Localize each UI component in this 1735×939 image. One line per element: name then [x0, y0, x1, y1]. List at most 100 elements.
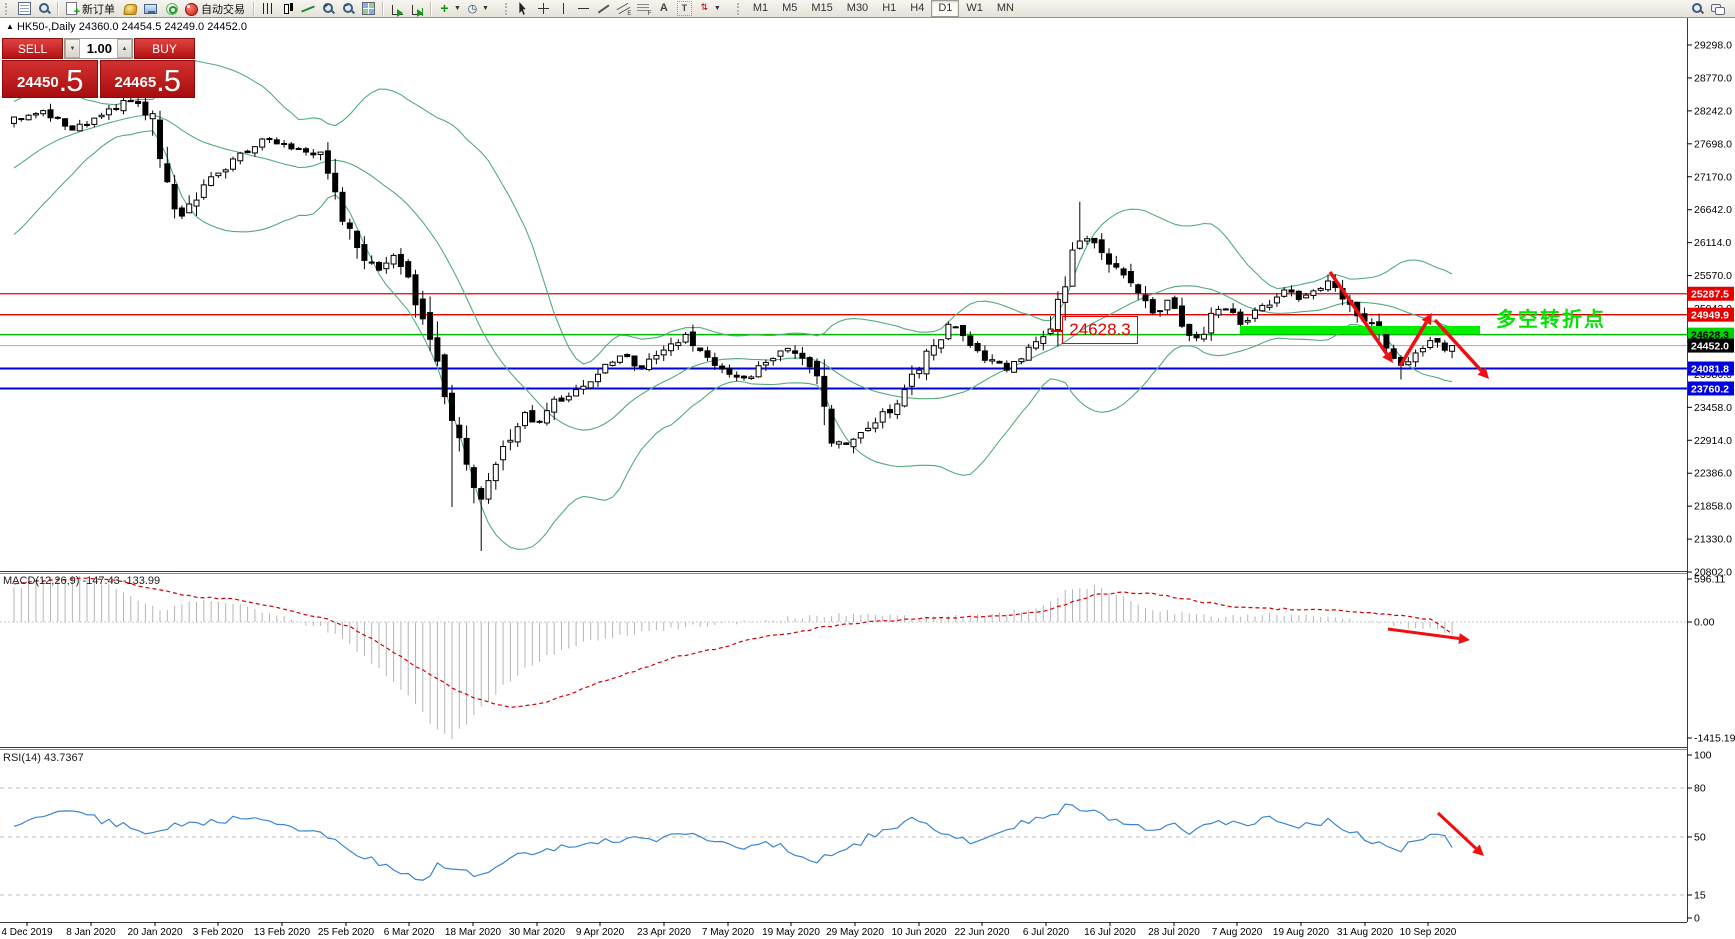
crosshair-tool-button[interactable] — [535, 0, 553, 17]
period-button-m30[interactable]: M30 — [840, 0, 875, 17]
text-tool-button[interactable]: A — [655, 0, 673, 17]
volume-increase-button[interactable]: ▲ — [117, 39, 132, 58]
hline-tool-button[interactable] — [575, 0, 593, 17]
vline-tool-button[interactable] — [555, 0, 573, 17]
chart-ohlc: 24360.0 24454.5 24249.0 24452.0 — [79, 21, 247, 33]
tile-windows-icon — [362, 2, 375, 15]
toolbar-grip — [505, 3, 510, 15]
auto-scroll-icon — [392, 5, 403, 15]
macd-pane[interactable] — [0, 573, 1687, 747]
cursor-tool-button[interactable] — [515, 0, 533, 17]
add-indicator-icon: + — [437, 1, 452, 16]
search-button[interactable] — [1688, 0, 1706, 17]
main-chart-pane[interactable] — [0, 17, 1687, 571]
auto-trading-icon — [185, 3, 198, 16]
timeframes-menu-button[interactable]: ◷▼ — [464, 0, 490, 17]
auto-trading-label: 自动交易 — [198, 1, 248, 17]
buy-price-button[interactable]: 24465 .5 — [100, 60, 196, 98]
deposit-button[interactable] — [121, 0, 139, 17]
chat-button[interactable] — [1708, 0, 1726, 17]
charts-list-button[interactable] — [15, 0, 33, 17]
tile-windows-button[interactable] — [359, 0, 378, 17]
indicators-button[interactable]: +▼ — [436, 0, 462, 17]
buy-price-main: 24465 — [114, 70, 156, 96]
new-order-icon — [66, 2, 77, 15]
clock-icon: ◷ — [465, 1, 480, 16]
horizontal-line-icon — [576, 1, 591, 16]
candle-chart-button[interactable] — [279, 0, 297, 17]
chart-shift-button[interactable] — [408, 0, 426, 17]
volume-box: ▼ 1.00 ▲ — [64, 38, 133, 59]
line-chart-button[interactable] — [299, 0, 317, 17]
pane-separator-macd[interactable] — [0, 569, 1687, 575]
sell-button[interactable]: SELL — [2, 38, 63, 59]
toolbar-grip — [5, 3, 10, 15]
gold-icon — [123, 4, 138, 15]
chat-icon — [1710, 1, 1725, 16]
preview-icon — [37, 1, 52, 16]
period-button-d1[interactable]: D1 — [931, 0, 959, 17]
one-click-trading-panel: SELL ▼ 1.00 ▲ BUY 24450 .5 24465 .5 — [2, 38, 195, 98]
chart-title: ▲ HK50-,Daily 24360.0 24454.5 24249.0 24… — [6, 21, 247, 33]
macd-values: -147.43 -133.99 — [82, 575, 160, 587]
label-tool-button[interactable]: T — [675, 0, 694, 17]
buy-button[interactable]: BUY — [134, 38, 195, 59]
new-order-label: 新订单 — [79, 1, 118, 17]
search-icon — [1690, 1, 1705, 16]
signals-button[interactable] — [162, 0, 180, 17]
arrows-tool-button[interactable]: ⇅▼ — [696, 0, 722, 17]
chart-list-icon — [18, 2, 31, 15]
zoom-out-button[interactable]: − — [339, 0, 357, 17]
candlestick-icon — [281, 1, 296, 16]
rsi-label: RSI(14) 43.7367 — [3, 752, 84, 764]
price-axis[interactable] — [1687, 17, 1735, 922]
text-label-icon: T — [677, 1, 692, 16]
period-button-m5[interactable]: M5 — [775, 0, 804, 17]
zoom-out-icon: − — [341, 1, 356, 16]
pivot-point-label: 多空转折点 — [1496, 303, 1606, 332]
channel-tool-button[interactable] — [615, 0, 633, 17]
rsi-pane[interactable] — [0, 749, 1687, 921]
bar-chart-button[interactable] — [259, 0, 277, 17]
auto-scroll-button[interactable] — [388, 0, 406, 17]
vertical-line-icon — [556, 1, 571, 16]
new-order-button[interactable]: 新订单 — [63, 0, 119, 17]
auto-trading-button[interactable]: 自动交易 — [182, 0, 249, 17]
sell-price-pips: .5 — [59, 65, 83, 96]
chart-symbol-period: HK50-,Daily — [17, 21, 76, 33]
trendline-icon — [596, 1, 611, 16]
expert-advisor-button[interactable] — [141, 0, 160, 17]
period-button-m15[interactable]: M15 — [804, 0, 839, 17]
period-button-m1[interactable]: M1 — [746, 0, 775, 17]
dropdown-caret-icon: ▼ — [482, 5, 489, 12]
zoom-in-icon: + — [321, 1, 336, 16]
macd-label: MACD(12,26,9) — [3, 575, 79, 587]
channel-icon — [616, 1, 631, 16]
toolbar-separator — [382, 2, 384, 16]
period-button-h1[interactable]: H1 — [875, 0, 903, 17]
sell-label: SELL — [18, 42, 47, 56]
period-button-h4[interactable]: H4 — [903, 0, 931, 17]
volume-input[interactable]: 1.00 — [80, 39, 117, 58]
chart-shift-icon — [412, 5, 423, 15]
dropdown-caret-icon: ▼ — [714, 5, 721, 12]
chart-menu-triangle-icon: ▲ — [6, 22, 14, 31]
toolbar-separator — [430, 2, 432, 16]
period-bar: M1M5M15M30H1H4D1W1MN — [746, 0, 1021, 17]
bar-chart-icon — [263, 3, 274, 14]
pane-separator-rsi[interactable] — [0, 745, 1687, 751]
dropdown-caret-icon: ▼ — [454, 5, 461, 12]
rsi-pane-label: RSI(14) 43.7367 — [3, 752, 84, 764]
volume-decrease-button[interactable]: ▼ — [65, 39, 80, 58]
text-icon: A — [656, 1, 671, 16]
zoom-in-button[interactable]: + — [319, 0, 337, 17]
chart-preview-button[interactable] — [35, 0, 53, 17]
cursor-icon — [516, 1, 531, 16]
period-button-mn[interactable]: MN — [990, 0, 1021, 17]
fibonacci-tool-button[interactable] — [635, 0, 653, 17]
line-chart-icon — [301, 1, 316, 16]
trendline-tool-button[interactable] — [595, 0, 613, 17]
sell-price-button[interactable]: 24450 .5 — [2, 60, 98, 98]
period-button-w1[interactable]: W1 — [959, 0, 990, 17]
time-axis[interactable] — [0, 922, 1687, 939]
